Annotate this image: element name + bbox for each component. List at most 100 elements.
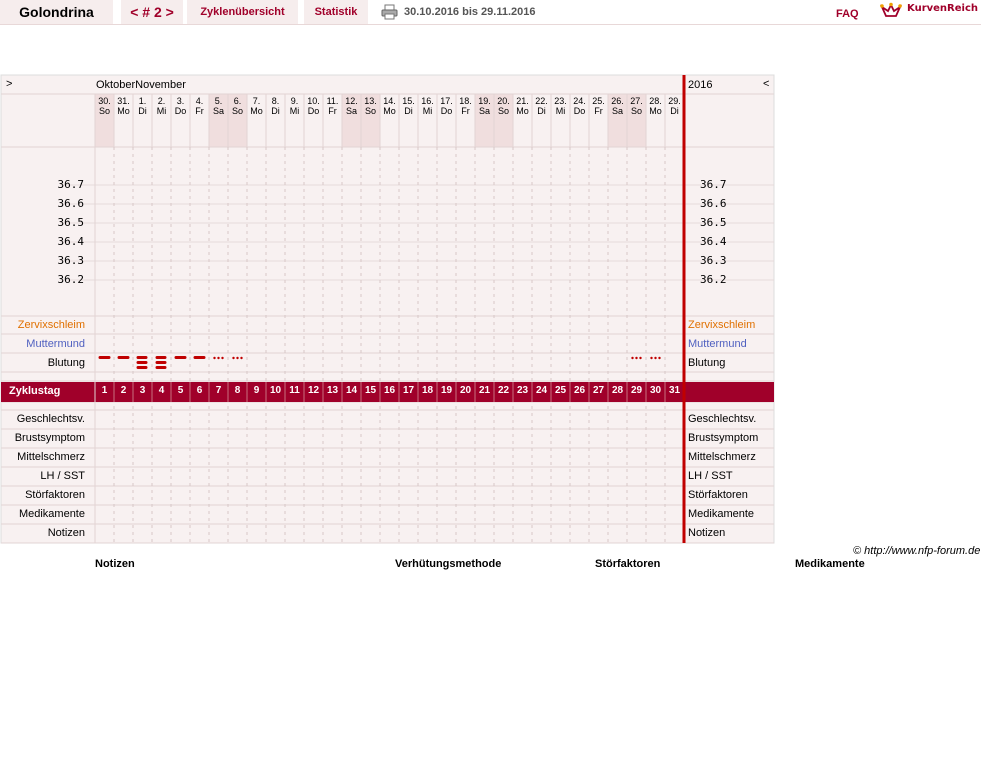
day-weekday-label: So (497, 106, 509, 116)
day-weekday-label: Do (307, 106, 320, 116)
day-date-label: 30. (98, 96, 111, 106)
zervixschleim-label-left: Zervixschleim (17, 319, 85, 331)
bleeding-spotting-dot (654, 356, 657, 360)
temperature-label-right: 36.2 (700, 273, 727, 286)
chart-background (0, 74, 775, 544)
cycle-day-number: 7 (215, 385, 222, 396)
day-date-label: 9. (290, 96, 299, 106)
row-label-2-right: Brustsymptom (688, 432, 759, 444)
cycle-day-number: 2 (120, 385, 127, 396)
day-weekday-label: Di (670, 106, 679, 116)
cycle-day-number: 29 (630, 385, 643, 396)
day-date-label: 11. (326, 96, 339, 106)
temperature-label-left: 36.4 (57, 235, 85, 248)
day-weekday-label: Mo (250, 106, 263, 116)
zervixschleim-label-right: Zervixschleim (688, 319, 756, 331)
bleeding-strong-mark (117, 356, 130, 359)
cycle-day-number: 11 (289, 385, 300, 396)
day-date-label: 17. (440, 96, 453, 106)
cycle-day-number: 31 (668, 385, 681, 396)
cycle-day-number: 12 (307, 385, 320, 396)
day-weekday-label: Di (537, 106, 546, 116)
day-date-label: 19. (478, 96, 491, 106)
cycle-chart: > < OktoberNovember 2016 30. So 31. Mo 1. Di 2. Mi 3… (0, 0, 981, 783)
row-label-4-left: LH / SST (40, 470, 85, 482)
day-date-label: 2. (157, 96, 166, 106)
day-date-label: 29. (668, 96, 681, 106)
day-date-label: 18. (459, 96, 472, 106)
day-weekday-label: So (231, 106, 243, 116)
temperature-label-left: 36.7 (57, 178, 85, 191)
cycle-day-number: 18 (421, 385, 434, 396)
cycle-day-number: 25 (554, 385, 567, 396)
row-label-7-right: Notizen (688, 527, 726, 539)
cycle-day-number: 17 (402, 385, 415, 396)
day-date-label: 1. (138, 96, 147, 106)
day-date-label: 16. (421, 96, 434, 106)
day-weekday-label: So (630, 106, 642, 116)
blutung-label-left: Blutung (47, 357, 85, 369)
bleeding-very-strong-mark (155, 366, 167, 369)
bleeding-spotting-dot (217, 356, 220, 360)
footer-verhuetung-heading: Verhütungsmethode (395, 558, 502, 570)
day-date-label: 25. (592, 96, 605, 106)
cycle-day-number: 15 (364, 385, 377, 396)
day-weekday-label: Fr (328, 106, 337, 116)
row-label-2-left: Brustsymptom (14, 432, 85, 444)
day-weekday-label: Di (138, 106, 147, 116)
bleeding-spotting-dot (639, 356, 642, 360)
muttermund-label-left: Muttermund (26, 338, 85, 350)
bleeding-spotting-dot (658, 356, 661, 360)
bleeding-spotting-dot (650, 356, 653, 360)
cycle-day-number: 14 (345, 385, 358, 396)
temperature-label-right: 36.6 (700, 197, 727, 210)
day-weekday-label: Mi (289, 106, 300, 116)
cycle-day-number: 23 (516, 385, 529, 396)
temperature-label-right: 36.4 (700, 235, 727, 248)
bleeding-very-strong-mark (136, 356, 148, 359)
cycle-day-number: 30 (649, 385, 662, 396)
blutung-label-right: Blutung (688, 357, 726, 369)
credit-text[interactable]: © http://www.nfp-forum.de (853, 545, 980, 557)
day-weekday-label: Mi (555, 106, 566, 116)
zyklustag-label: Zyklustag (9, 385, 61, 397)
day-weekday-label: Mo (516, 106, 529, 116)
cycle-day-number: 10 (269, 385, 282, 396)
cycle-day-number: 19 (440, 385, 453, 396)
cycle-day-number: 5 (177, 385, 184, 396)
row-label-3-right: Mittelschmerz (688, 451, 756, 463)
day-date-label: 20. (497, 96, 510, 106)
bleeding-spotting-dot (232, 356, 235, 360)
bleeding-very-strong-mark (155, 356, 167, 359)
chart-next-button[interactable]: < (763, 78, 769, 90)
cycle-day-number: 13 (326, 385, 339, 396)
day-date-label: 15. (402, 96, 415, 106)
bleeding-strong-mark (98, 356, 111, 359)
row-label-3-left: Mittelschmerz (17, 451, 85, 463)
day-weekday-label: Fr (195, 106, 204, 116)
row-label-7-left: Notizen (47, 527, 85, 539)
cycle-day-number: 16 (383, 385, 396, 396)
row-label-1-right: Geschlechtsv. (688, 413, 757, 425)
footer-medikamente-heading: Medikamente (795, 558, 865, 570)
day-weekday-label: Sa (478, 106, 490, 116)
day-weekday-label: Do (174, 106, 187, 116)
bleeding-strong-mark (193, 356, 206, 359)
day-weekday-label: Sa (345, 106, 357, 116)
bleeding-spotting-dot (236, 356, 239, 360)
chart-prev-button[interactable]: > (6, 78, 12, 90)
bleeding-very-strong-mark (136, 366, 148, 369)
day-date-label: 3. (176, 96, 185, 106)
day-weekday-label: Mi (156, 106, 167, 116)
day-date-label: 23. (554, 96, 567, 106)
day-weekday-label: Mo (383, 106, 396, 116)
footer-notizen-heading: Notizen (95, 558, 135, 570)
day-date-label: 8. (271, 96, 280, 106)
temperature-label-right: 36.5 (700, 216, 727, 229)
day-weekday-label: Sa (611, 106, 623, 116)
muttermund-label-right: Muttermund (688, 338, 747, 350)
cycle-day-number: 22 (497, 385, 510, 396)
temperature-label-left: 36.6 (57, 197, 85, 210)
day-date-label: 13. (364, 96, 377, 106)
temperature-label-right: 36.3 (700, 254, 727, 267)
